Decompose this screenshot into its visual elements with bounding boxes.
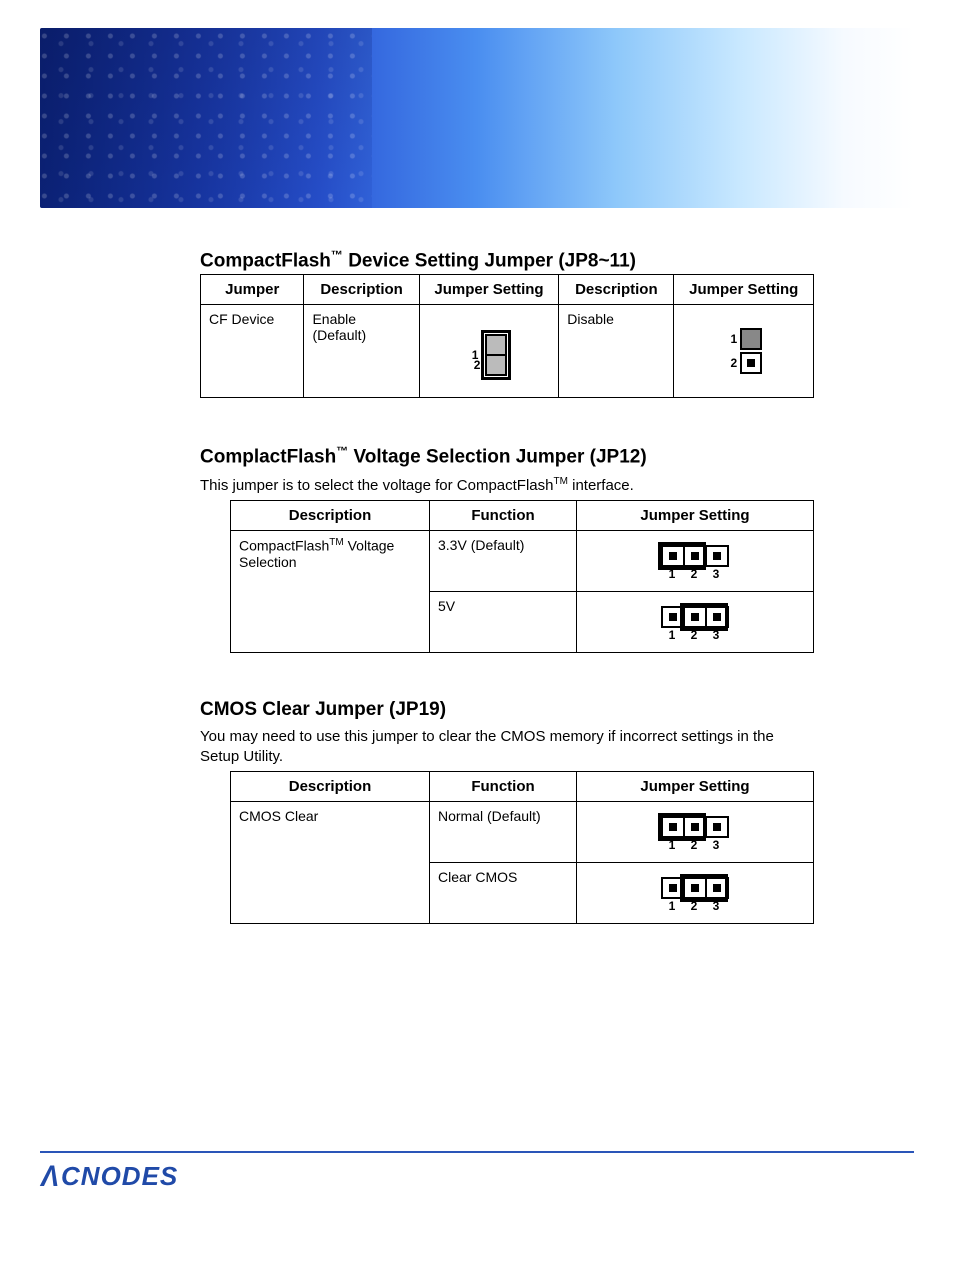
pin-label-2: 2	[683, 899, 705, 913]
cell-desc: CMOS Clear	[231, 802, 430, 924]
cell-func: 5V	[430, 591, 577, 652]
col-desc1: Description	[304, 275, 419, 305]
jumper-diagram-clear: 123	[661, 877, 729, 913]
logo-text: CNODES	[61, 1161, 178, 1191]
intro-tm: TM	[553, 476, 567, 487]
col-js: Jumper Setting	[577, 772, 814, 802]
jumper-diagram-33v: 123	[661, 545, 729, 581]
pin-label-2: 2	[683, 567, 705, 581]
pin-label-3: 3	[705, 567, 727, 581]
section1-title-b: Device Setting Jumper (JP8~11)	[343, 250, 636, 271]
section3-intro: You may need to use this jumper to clear…	[200, 727, 814, 768]
tm-symbol: ™	[331, 248, 343, 262]
col-js1: Jumper Setting	[419, 275, 559, 305]
jumper-diagram-normal: 123	[661, 816, 729, 852]
pin-label-2: 2	[468, 358, 480, 372]
desc-a: CompactFlash	[239, 538, 329, 554]
col-js2: Jumper Setting	[674, 275, 814, 305]
cell-desc2: Disable	[559, 305, 674, 398]
cell-js-33v: 123	[577, 530, 814, 591]
pin-label-1: 1	[725, 332, 737, 346]
table-cf-device: Jumper Description Jumper Setting Descri…	[200, 274, 814, 398]
cell-js-disable: 1 2	[674, 305, 814, 398]
table-row: CF Device Enable (Default) 1	[201, 305, 814, 398]
pin-label-1: 1	[661, 628, 683, 642]
pin-label-1: 1	[661, 567, 683, 581]
footer-rule	[40, 1151, 914, 1153]
section2-title-b: Voltage Selection Jumper (JP12)	[348, 447, 646, 468]
cell-desc1: Enable (Default)	[304, 305, 419, 398]
pin-label-2: 2	[725, 356, 737, 370]
col-func: Function	[430, 500, 577, 530]
table-cmos: Description Function Jumper Setting CMOS…	[230, 771, 814, 924]
pin-label-1: 1	[661, 838, 683, 852]
col-desc2: Description	[559, 275, 674, 305]
cell-js-clear: 123	[577, 863, 814, 924]
cell-func: 3.3V (Default)	[430, 530, 577, 591]
cell-js-5v: 123	[577, 591, 814, 652]
section2-title: ComplactFlash™ Voltage Selection Jumper …	[200, 444, 814, 468]
tm-symbol: ™	[336, 444, 348, 458]
page: CompactFlash™ Device Setting Jumper (JP8…	[0, 28, 954, 1263]
footer: ΛCNODES	[40, 1151, 914, 1193]
desc-tm: TM	[329, 537, 343, 548]
content-area: CompactFlash™ Device Setting Jumper (JP8…	[200, 248, 814, 924]
pin-label-3: 3	[705, 628, 727, 642]
intro-text-b: interface.	[568, 477, 634, 494]
col-js: Jumper Setting	[577, 500, 814, 530]
section1-title: CompactFlash™ Device Setting Jumper (JP8…	[200, 248, 814, 272]
section3-title: CMOS Clear Jumper (JP19)	[200, 699, 814, 721]
section-cf-device: CompactFlash™ Device Setting Jumper (JP8…	[200, 248, 814, 398]
section2-intro: This jumper is to select the voltage for…	[200, 475, 814, 496]
header-banner	[40, 28, 914, 208]
section-cmos-clear: CMOS Clear Jumper (JP19) You may need to…	[200, 699, 814, 925]
section2-title-a: ComplactFlash	[200, 447, 336, 468]
pin-label-2: 2	[683, 838, 705, 852]
cell-js-normal: 123	[577, 802, 814, 863]
table-header-row: Description Function Jumper Setting	[231, 772, 814, 802]
pin-label-2: 2	[683, 628, 705, 642]
cell-desc: CompactFlashTM Voltage Selection	[231, 530, 430, 652]
section-cf-voltage: ComplactFlash™ Voltage Selection Jumper …	[200, 444, 814, 653]
table-header-row: Description Function Jumper Setting	[231, 500, 814, 530]
pin-label-3: 3	[705, 899, 727, 913]
col-desc: Description	[231, 500, 430, 530]
col-func: Function	[430, 772, 577, 802]
brand-logo: ΛCNODES	[40, 1159, 914, 1193]
pin-label-3: 3	[705, 838, 727, 852]
pin-label-1: 1	[661, 899, 683, 913]
cell-func: Clear CMOS	[430, 863, 577, 924]
jumper-diagram-enable: 1 2	[466, 330, 511, 372]
col-jumper: Jumper	[201, 275, 304, 305]
table-header-row: Jumper Description Jumper Setting Descri…	[201, 275, 814, 305]
cell-func: Normal (Default)	[430, 802, 577, 863]
jumper-diagram-disable: 1 2	[725, 328, 762, 374]
intro-text-a: This jumper is to select the voltage for…	[200, 477, 553, 494]
table-row: CMOS Clear Normal (Default) 123	[231, 802, 814, 863]
col-desc: Description	[231, 772, 430, 802]
section1-title-a: CompactFlash	[200, 250, 331, 271]
cell-jumper: CF Device	[201, 305, 304, 398]
logo-lambda-icon: Λ	[41, 1160, 60, 1194]
table-row: CompactFlashTM Voltage Selection 3.3V (D…	[231, 530, 814, 591]
table-cf-voltage: Description Function Jumper Setting Comp…	[230, 500, 814, 653]
jumper-diagram-5v: 123	[661, 606, 729, 642]
cell-js-enable: 1 2	[419, 305, 559, 398]
